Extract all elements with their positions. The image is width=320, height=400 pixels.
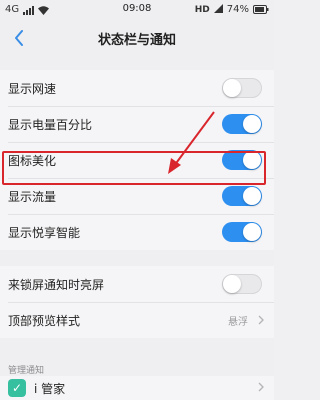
chevron-right-icon <box>258 382 264 392</box>
settings-group-2: 来锁屏通知时亮屏 顶部预览样式 悬浮 <box>0 266 274 338</box>
shield-check-icon: ✓ <box>8 379 26 397</box>
back-button[interactable] <box>8 27 30 49</box>
row-show-battery-percent: 显示电量百分比 <box>0 106 274 142</box>
row-top-preview-style[interactable]: 顶部预览样式 悬浮 <box>0 302 274 338</box>
row-show-smart: 显示悦享智能 <box>0 214 274 250</box>
preview-style-value: 悬浮 <box>228 316 248 328</box>
app-row[interactable]: ✓ i 管家 <box>0 376 274 400</box>
row-show-network-speed: 显示网速 <box>0 70 274 106</box>
toggle-battery-percent[interactable] <box>222 114 262 134</box>
row-lockscreen-wake: 来锁屏通知时亮屏 <box>0 266 274 302</box>
app-name: i 管家 <box>34 381 66 396</box>
settings-screen: 4G HD 74% 09:08 状态栏与通知 显示网速 显示电量百分比 图标美化… <box>0 0 274 400</box>
toggle-lockscreen-wake[interactable] <box>222 274 262 294</box>
toggle-data-usage[interactable] <box>222 186 262 206</box>
chevron-left-icon <box>15 30 23 46</box>
toggle-network-speed[interactable] <box>222 78 262 98</box>
annotation-arrow-icon <box>168 111 215 174</box>
page-title: 状态栏与通知 <box>97 33 176 48</box>
highlight-box <box>2 151 266 185</box>
toggle-smart[interactable] <box>222 222 262 242</box>
section-header: 管理通知 <box>8 366 45 376</box>
chevron-right-icon <box>258 315 264 325</box>
title-bar: 状态栏与通知 <box>0 19 274 58</box>
status-time: 09:08 <box>122 3 152 14</box>
